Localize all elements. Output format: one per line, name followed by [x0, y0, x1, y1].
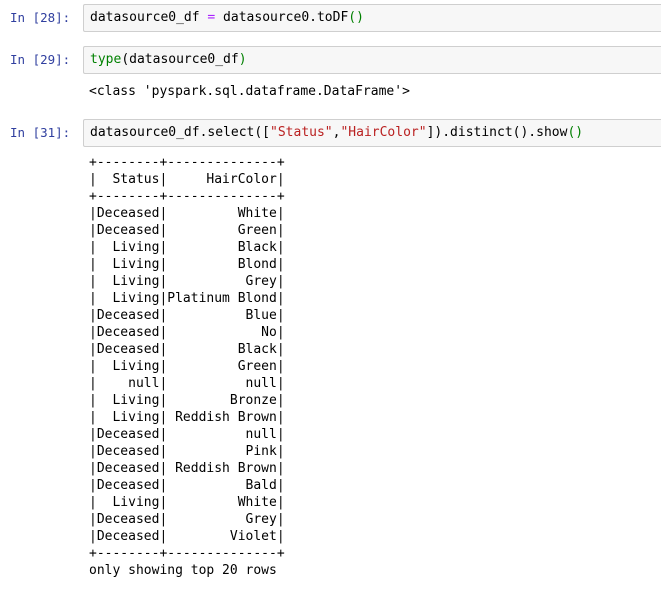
code-token: (): [348, 10, 364, 25]
code-token: ): [238, 52, 247, 67]
code-token: ]).distinct().show: [426, 125, 568, 140]
cell-prompt: In [28]:: [10, 10, 71, 25]
code-token: type: [90, 52, 122, 67]
table-border: +--------+--------------+: [89, 546, 285, 561]
code-input[interactable]: type(datasource0_df): [83, 46, 661, 74]
code-token: "Status": [270, 125, 333, 140]
table-row: |Deceased| null|: [89, 427, 285, 442]
code-token: datasource0_df.select([: [90, 125, 271, 140]
table-row: |Deceased| Green|: [89, 223, 285, 238]
cell-prompt: In [31]:: [10, 125, 71, 140]
show-table-output: +--------+--------------+ | Status| HairC…: [89, 154, 285, 579]
code-cell-31[interactable]: In [31]: datasource0_df.select(["Status"…: [0, 119, 661, 589]
table-row: |Deceased| Reddish Brown|: [89, 461, 285, 476]
table-row: |Deceased| No|: [89, 325, 285, 340]
cell-output: <class 'pyspark.sql.dataframe.DataFrame'…: [89, 84, 410, 99]
code-token: "HairColor": [340, 125, 427, 140]
table-row: |Deceased| Blue|: [89, 308, 285, 323]
table-row: | Living|Platinum Blond|: [89, 291, 285, 306]
table-row: | Living| Green|: [89, 359, 285, 374]
table-row: |Deceased| Grey|: [89, 512, 285, 527]
table-row: | null| null|: [89, 376, 285, 391]
table-row: | Living| Bronze|: [89, 393, 285, 408]
code-token: datasource0.toDF: [215, 10, 349, 25]
code-token: datasource0_df: [90, 10, 208, 25]
table-footer: only showing top 20 rows: [89, 563, 277, 578]
code-input[interactable]: datasource0_df = datasource0.toDF(): [83, 4, 661, 32]
table-row: | Living| Grey|: [89, 274, 285, 289]
code-token: (datasource0_df: [121, 52, 239, 67]
table-row: |Deceased| White|: [89, 206, 285, 221]
table-border: +--------+--------------+: [89, 189, 285, 204]
code-cell-28[interactable]: In [28]: datasource0_df = datasource0.to…: [0, 4, 661, 34]
code-token: (): [567, 125, 584, 140]
table-row: | Living| Blond|: [89, 257, 285, 272]
table-row: | Living| White|: [89, 495, 285, 510]
code-cell-29[interactable]: In [29]: type(datasource0_df) <class 'py…: [0, 46, 661, 106]
table-row: |Deceased| Black|: [89, 342, 285, 357]
table-header-row: | Status| HairColor|: [89, 172, 285, 187]
table-row: | Living| Reddish Brown|: [89, 410, 285, 425]
table-row: |Deceased| Bald|: [89, 478, 285, 493]
cell-prompt: In [29]:: [10, 52, 71, 67]
table-border: +--------+--------------+: [89, 155, 285, 170]
code-input[interactable]: datasource0_df.select(["Status","HairCol…: [83, 119, 661, 147]
table-row: | Living| Black|: [89, 240, 285, 255]
table-row: |Deceased| Violet|: [89, 529, 285, 544]
table-row: |Deceased| Pink|: [89, 444, 285, 459]
